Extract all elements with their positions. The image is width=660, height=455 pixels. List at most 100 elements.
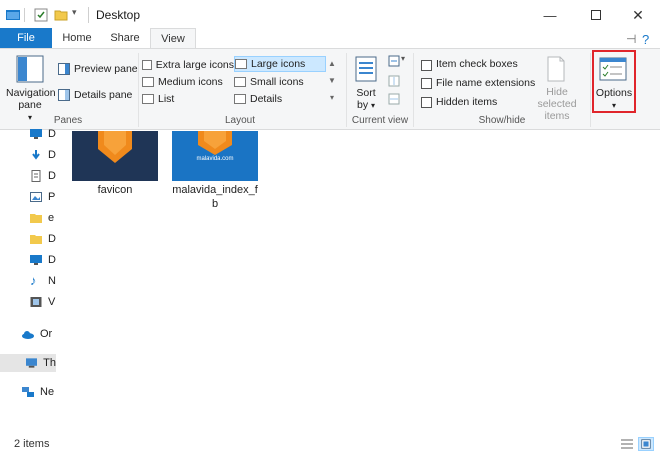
folder-window-icon[interactable] xyxy=(6,8,20,22)
navigation-pane-icon[interactable] xyxy=(16,55,44,83)
sort-by-button[interactable]: Sort by ▾ xyxy=(352,87,380,112)
layout-small-icons[interactable]: Small icons xyxy=(234,74,326,90)
window-title: Desktop xyxy=(96,8,141,22)
group-label-current-view: Current view xyxy=(351,115,409,126)
film-icon xyxy=(30,297,42,307)
ribbon: Navigation pane ▾ Preview pane Details p… xyxy=(0,48,660,130)
large-icons-view-icon[interactable] xyxy=(638,437,654,451)
folder-icon xyxy=(30,235,42,244)
network-icon xyxy=(22,387,34,397)
nav-item-downloads[interactable]: D xyxy=(30,146,56,164)
nav-item-onedrive[interactable]: Or xyxy=(22,325,52,343)
file-item-malavida-index-fb[interactable]: malavida.com malavida_index_f b xyxy=(172,131,258,211)
layout-scroll[interactable]: ▲ ▼ ▾ xyxy=(326,55,338,107)
document-icon xyxy=(31,170,41,182)
cloud-icon xyxy=(22,331,34,339)
layout-large-icons[interactable]: Large icons xyxy=(234,56,326,72)
file-name-malavida-index-fb: malavida_index_f b xyxy=(172,184,258,210)
layout-details[interactable]: Details xyxy=(234,91,326,107)
status-bar: 2 items xyxy=(0,433,660,455)
tab-share[interactable]: Share xyxy=(102,28,148,48)
file-name-extensions-checkbox[interactable] xyxy=(421,78,432,89)
nav-item-videos[interactable]: V xyxy=(30,293,55,311)
close-icon: ✕ xyxy=(632,6,644,23)
hidden-items-label[interactable]: Hidden items xyxy=(436,96,497,108)
download-arrow-icon xyxy=(32,150,40,160)
tab-home[interactable]: Home xyxy=(54,28,100,48)
options-highlight-box xyxy=(592,50,636,113)
hide-selected-items-button[interactable]: Hide selected items xyxy=(526,86,588,122)
desktop-icon xyxy=(30,255,42,265)
file-name-favicon: favicon xyxy=(97,184,133,196)
group-label-show-hide: Show/hide xyxy=(478,115,526,126)
chevron-down-icon[interactable]: ▾ xyxy=(401,54,405,63)
small-icons-icon xyxy=(234,77,246,87)
large-icons-icon xyxy=(235,59,247,69)
item-count: 2 items xyxy=(14,438,50,450)
thumbnail-caption: malavida.com xyxy=(196,156,234,162)
nav-item-desktop[interactable]: D xyxy=(30,125,56,143)
details-icon xyxy=(234,94,246,104)
title-bar: ▾ Desktop — ✕ xyxy=(0,0,660,30)
customize-toolbar-chevron-icon[interactable]: ▾ xyxy=(72,7,77,18)
divider xyxy=(88,7,89,23)
chevron-down-icon: ▾ xyxy=(371,101,376,110)
divider xyxy=(138,53,139,127)
list-icon xyxy=(142,94,154,104)
nav-item-this-pc[interactable]: Th xyxy=(0,354,56,372)
layout-gallery: Extra large icons Large icons Medium ico… xyxy=(140,55,338,107)
extra-large-icons-icon xyxy=(142,60,152,70)
close-button[interactable]: ✕ xyxy=(616,0,660,30)
pictures-icon xyxy=(30,192,42,202)
file-list: favicon malavida.com malavida_index_f b xyxy=(56,131,660,431)
size-columns-icon[interactable] xyxy=(388,93,400,105)
scroll-down-icon[interactable]: ▼ xyxy=(326,72,338,89)
divider xyxy=(413,53,414,127)
layout-extra-large-icons[interactable]: Extra large icons xyxy=(142,57,234,73)
pin-ribbon-icon[interactable]: ⊣ xyxy=(626,32,636,46)
properties-icon[interactable] xyxy=(34,8,48,22)
help-icon[interactable]: ? xyxy=(642,32,649,47)
scroll-up-icon[interactable]: ▲ xyxy=(326,55,338,72)
hide-selected-items-icon xyxy=(547,56,565,82)
nav-item-music[interactable]: ♪ N xyxy=(30,272,56,290)
new-folder-icon[interactable] xyxy=(54,8,68,22)
chevron-down-icon: ▾ xyxy=(27,113,32,122)
maximize-icon xyxy=(591,10,601,20)
nav-item-folder-d[interactable]: D xyxy=(30,230,56,248)
preview-pane-button[interactable]: Preview pane xyxy=(74,63,138,75)
layout-list[interactable]: List xyxy=(142,91,234,107)
music-note-icon: ♪ xyxy=(30,273,37,288)
nav-item-folder-e[interactable]: e xyxy=(30,209,54,227)
file-item-favicon[interactable]: favicon xyxy=(72,131,158,211)
add-columns-icon[interactable] xyxy=(388,75,400,87)
group-by-icon[interactable] xyxy=(388,55,400,67)
file-name-extensions-label[interactable]: File name extensions xyxy=(436,77,535,89)
nav-item-network[interactable]: Ne xyxy=(22,383,54,401)
sort-by-icon[interactable] xyxy=(354,55,378,83)
maximize-button[interactable] xyxy=(574,0,618,30)
expand-gallery-icon[interactable]: ▾ xyxy=(326,89,338,106)
item-check-boxes-label[interactable]: Item check boxes xyxy=(436,58,518,70)
group-label-layout: Layout xyxy=(224,115,256,126)
details-pane-button[interactable]: Details pane xyxy=(74,89,132,101)
item-check-boxes-checkbox[interactable] xyxy=(421,60,432,71)
minimize-icon: — xyxy=(543,7,557,23)
minimize-button[interactable]: — xyxy=(528,0,572,30)
folder-icon xyxy=(30,214,42,223)
favicon-thumbnail xyxy=(72,131,158,181)
tab-file[interactable]: File xyxy=(0,28,52,48)
nav-item-pictures[interactable]: P xyxy=(30,188,55,206)
nav-item-desktop-2[interactable]: D xyxy=(30,251,56,269)
ribbon-tabs: File Home Share View ⊣ ? xyxy=(0,28,660,49)
layout-medium-icons[interactable]: Medium icons xyxy=(142,74,234,90)
desktop-icon xyxy=(30,129,42,139)
hidden-items-checkbox[interactable] xyxy=(421,97,432,108)
divider xyxy=(590,53,591,127)
nav-item-documents[interactable]: D xyxy=(30,167,56,185)
computer-icon xyxy=(26,358,38,368)
tab-view[interactable]: View xyxy=(150,28,196,49)
divider xyxy=(24,8,25,22)
medium-icons-icon xyxy=(142,77,154,87)
details-view-icon[interactable] xyxy=(619,437,635,451)
